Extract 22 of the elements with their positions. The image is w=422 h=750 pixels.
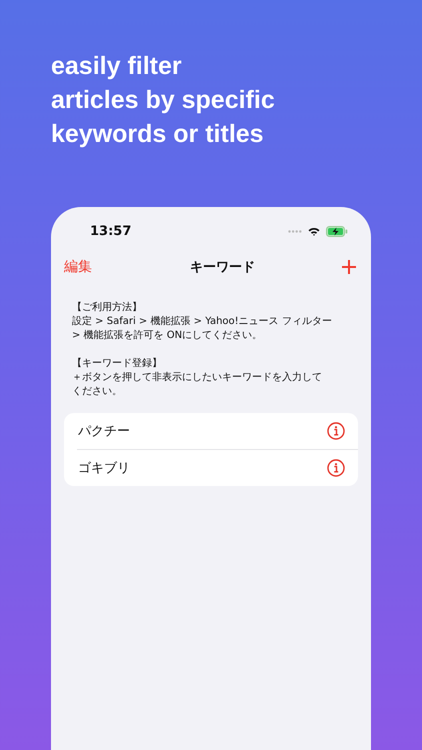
headline: articles by specific <box>51 85 275 116</box>
instruction-text: > 機能拡張を許可を ONにしてください。 <box>72 329 262 343</box>
info-icon[interactable] <box>327 422 345 440</box>
info-icon[interactable] <box>327 459 345 477</box>
keyword-row[interactable]: パクチー <box>64 413 358 449</box>
edit-button[interactable]: 編集 <box>64 258 92 276</box>
instruction-text: 設定 > Safari > 機能拡張 > Yahoo!ニュース フィルター <box>72 315 332 329</box>
instruction-text: ＋ボタンを押して非表示にしたいキーワードを入力して <box>72 371 322 385</box>
headline: keywords or titles <box>51 119 264 150</box>
headline: easily filter <box>51 51 182 82</box>
nav-title: キーワード <box>190 259 255 276</box>
keyword-label: ゴキブリ <box>78 460 130 477</box>
add-icon[interactable] <box>341 259 357 275</box>
wifi-icon <box>308 226 320 236</box>
instruction-heading: 【ご利用方法】 <box>72 301 142 315</box>
keyword-row[interactable]: ゴキブリ <box>77 449 358 486</box>
instruction-text: ください。 <box>72 385 122 399</box>
keyword-label: パクチー <box>78 423 130 440</box>
status-time: 13:57 <box>90 224 132 238</box>
signal-dots-icon <box>288 230 302 232</box>
battery-charging-icon <box>326 226 348 236</box>
instruction-heading: 【キーワード登録】 <box>72 357 162 371</box>
